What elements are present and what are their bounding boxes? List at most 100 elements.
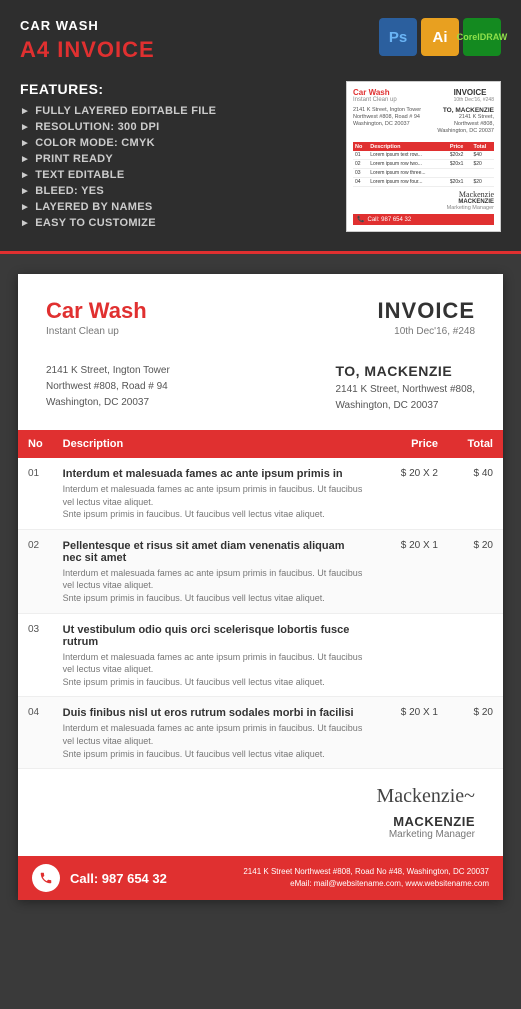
preview-td-no: 02 bbox=[353, 160, 368, 169]
preview-to-addr: 2141 K Street,Northwest #808,Washington,… bbox=[437, 114, 494, 135]
row-description: Ut vestibulum odio quis orci scelerisque… bbox=[53, 613, 376, 697]
photoshop-badge: Ps bbox=[379, 18, 417, 56]
features-list: FEATURES: ► FULLY LAYERED EDITABLE FILE … bbox=[20, 81, 216, 233]
signature-role: Marketing Manager bbox=[46, 829, 475, 840]
preview-row: 01 Lorem ipsum text row... $20x2 $40 bbox=[353, 151, 494, 160]
from-addr-line2: Northwest #808, Road # 94 bbox=[46, 381, 168, 392]
arrow-icon: ► bbox=[20, 170, 30, 181]
row-price: $ 20 X 1 bbox=[376, 697, 448, 769]
preview-td-total: $20 bbox=[472, 178, 495, 187]
preview-th-total: Total bbox=[472, 142, 495, 151]
from-addr-line3: Washington, DC 20037 bbox=[46, 397, 149, 408]
th-price: Price bbox=[376, 430, 448, 458]
software-badges: Ps Ai CorelDRAW bbox=[379, 18, 501, 56]
preview-td-desc: Lorem ipsum row two... bbox=[368, 160, 448, 169]
row-no: 02 bbox=[18, 529, 53, 613]
features-section: FEATURES: ► FULLY LAYERED EDITABLE FILE … bbox=[0, 81, 521, 254]
preview-td-price: $20x1 bbox=[448, 178, 472, 187]
arrow-icon: ► bbox=[20, 202, 30, 213]
from-address: 2141 K Street, Ington Tower Northwest #8… bbox=[46, 363, 170, 411]
top-header: CAR WASH A4 INVOICE Ps Ai CorelDRAW bbox=[0, 0, 521, 81]
header-left: CAR WASH A4 INVOICE bbox=[20, 18, 155, 63]
arrow-icon: ► bbox=[20, 138, 30, 149]
desc-sub: Interdum et malesuada fames ac ante ipsu… bbox=[63, 483, 366, 521]
row-price bbox=[376, 613, 448, 697]
preview-signature: Mackenzie MACKENZIE Marketing Manager bbox=[353, 190, 494, 211]
row-no: 01 bbox=[18, 458, 53, 529]
to-block: TO, MACKENZIE 2141 K Street, Northwest #… bbox=[335, 363, 475, 414]
preview-th-no: No bbox=[353, 142, 368, 151]
preview-td-price: $20x2 bbox=[448, 151, 472, 160]
car-wash-label: CAR WASH bbox=[20, 18, 155, 33]
preview-row: 04 Lorem ipsum row four... $20x1 $20 bbox=[353, 178, 494, 187]
invoice-address-row: 2141 K Street, Ington Tower Northwest #8… bbox=[18, 353, 503, 430]
preview-sig-cursive: Mackenzie bbox=[353, 190, 494, 199]
arrow-icon: ► bbox=[20, 122, 30, 133]
feature-label: EASY TO CUSTOMIZE bbox=[35, 217, 156, 229]
invoice-date: 10th Dec'16, #248 bbox=[378, 326, 475, 337]
row-price: $ 20 X 1 bbox=[376, 529, 448, 613]
feature-label: TEXT EDITABLE bbox=[35, 169, 124, 181]
desc-main: Duis finibus nisl ut eros rutrum sodales… bbox=[63, 707, 366, 719]
feature-label: PRINT READY bbox=[35, 153, 113, 165]
desc-main: Interdum et malesuada fames ac ante ipsu… bbox=[63, 468, 366, 480]
company-subtitle: Instant Clean up bbox=[46, 326, 147, 337]
preview-td-total: $20 bbox=[472, 160, 495, 169]
desc-main: Pellentesque et risus sit amet diam vene… bbox=[63, 540, 366, 564]
feature-4: ► PRINT READY bbox=[20, 153, 216, 165]
arrow-icon: ► bbox=[20, 154, 30, 165]
signature-image: Mackenzie~ bbox=[46, 785, 475, 808]
table-row: 03 Ut vestibulum odio quis orci sceleris… bbox=[18, 613, 503, 697]
preview-td-price bbox=[448, 169, 472, 178]
footer-contact-info: 2141 K Street Northwest #808, Road No #4… bbox=[177, 866, 489, 890]
desc-sub: Interdum et malesuada fames ac ante ipsu… bbox=[63, 651, 366, 689]
invoice-document: Car Wash Instant Clean up INVOICE 10th D… bbox=[18, 274, 503, 900]
preview-call-text: Call: 987 654 32 bbox=[367, 217, 411, 223]
invoice-header: Car Wash Instant Clean up INVOICE 10th D… bbox=[18, 274, 503, 353]
preview-invoice-label: INVOICE bbox=[454, 88, 494, 97]
preview-td-desc: Lorem ipsum row four... bbox=[368, 178, 448, 187]
preview-row: 03 Lorem ipsum row three... bbox=[353, 169, 494, 178]
preview-subtitle: Instant Clean up bbox=[353, 97, 397, 103]
preview-phone-icon: 📞 bbox=[357, 216, 364, 223]
preview-td-desc: Lorem ipsum row three... bbox=[368, 169, 448, 178]
th-no: No bbox=[18, 430, 53, 458]
feature-7: ► LAYERED BY NAMES bbox=[20, 201, 216, 213]
feature-1: ► FULLY LAYERED EDITABLE FILE bbox=[20, 105, 216, 117]
signature-name: MACKENZIE bbox=[46, 814, 475, 829]
preview-td-no: 04 bbox=[353, 178, 368, 187]
preview-addresses: 2141 K Street, Ington TowerNorthwest #80… bbox=[353, 107, 494, 138]
table-header-row: No Description Price Total bbox=[18, 430, 503, 458]
feature-5: ► TEXT EDITABLE bbox=[20, 169, 216, 181]
preview-row: 02 Lorem ipsum row two... $20x1 $20 bbox=[353, 160, 494, 169]
desc-main: Ut vestibulum odio quis orci scelerisque… bbox=[63, 624, 366, 648]
invoice-footer-bar: Call: 987 654 32 2141 K Street Northwest… bbox=[18, 856, 503, 900]
feature-label: FULLY LAYERED EDITABLE FILE bbox=[35, 105, 216, 117]
signature-area: 𝓜𝓪𝓬𝓴𝓮𝓷𝔃𝓲𝓮 Mackenzie~ MACKENZIE Marketing… bbox=[18, 769, 503, 856]
coreldraw-badge: CorelDRAW bbox=[463, 18, 501, 56]
from-addr-line1: 2141 K Street, Ington Tower bbox=[46, 365, 170, 376]
table-row: 01 Interdum et malesuada fames ac ante i… bbox=[18, 458, 503, 529]
preview-from-addr: 2141 K Street, Ington TowerNorthwest #80… bbox=[353, 107, 421, 135]
feature-2: ► RESOLUTION: 300 DPI bbox=[20, 121, 216, 133]
footer-email: eMail: mail@websitename.com, www.website… bbox=[177, 878, 489, 890]
desc-sub: Interdum et malesuada fames ac ante ipsu… bbox=[63, 722, 366, 760]
preview-table: No Description Price Total 01 Lorem ipsu… bbox=[353, 142, 494, 187]
preview-company: Car Wash bbox=[353, 88, 397, 97]
preview-th-price: Price bbox=[448, 142, 472, 151]
feature-label: LAYERED BY NAMES bbox=[35, 201, 152, 213]
preview-footer-bar: 📞 Call: 987 654 32 bbox=[353, 214, 494, 225]
to-label: TO, MACKENZIE bbox=[335, 363, 475, 379]
feature-8: ► EASY TO CUSTOMIZE bbox=[20, 217, 216, 229]
preview-td-total: $40 bbox=[472, 151, 495, 160]
preview-td-desc: Lorem ipsum text row... bbox=[368, 151, 448, 160]
row-total bbox=[448, 613, 503, 697]
preview-invoice-num: 10th Dec'16, #248 bbox=[454, 97, 494, 103]
table-row: 04 Duis finibus nisl ut eros rutrum soda… bbox=[18, 697, 503, 769]
phone-icon bbox=[32, 864, 60, 892]
feature-3: ► COLOR MODE: CMYK bbox=[20, 137, 216, 149]
feature-label: COLOR MODE: CMYK bbox=[35, 137, 155, 149]
to-addr-line1: 2141 K Street, Northwest #808, bbox=[335, 384, 475, 395]
a4-invoice-title: A4 INVOICE bbox=[20, 37, 155, 63]
feature-label: BLEED: YES bbox=[35, 185, 104, 197]
